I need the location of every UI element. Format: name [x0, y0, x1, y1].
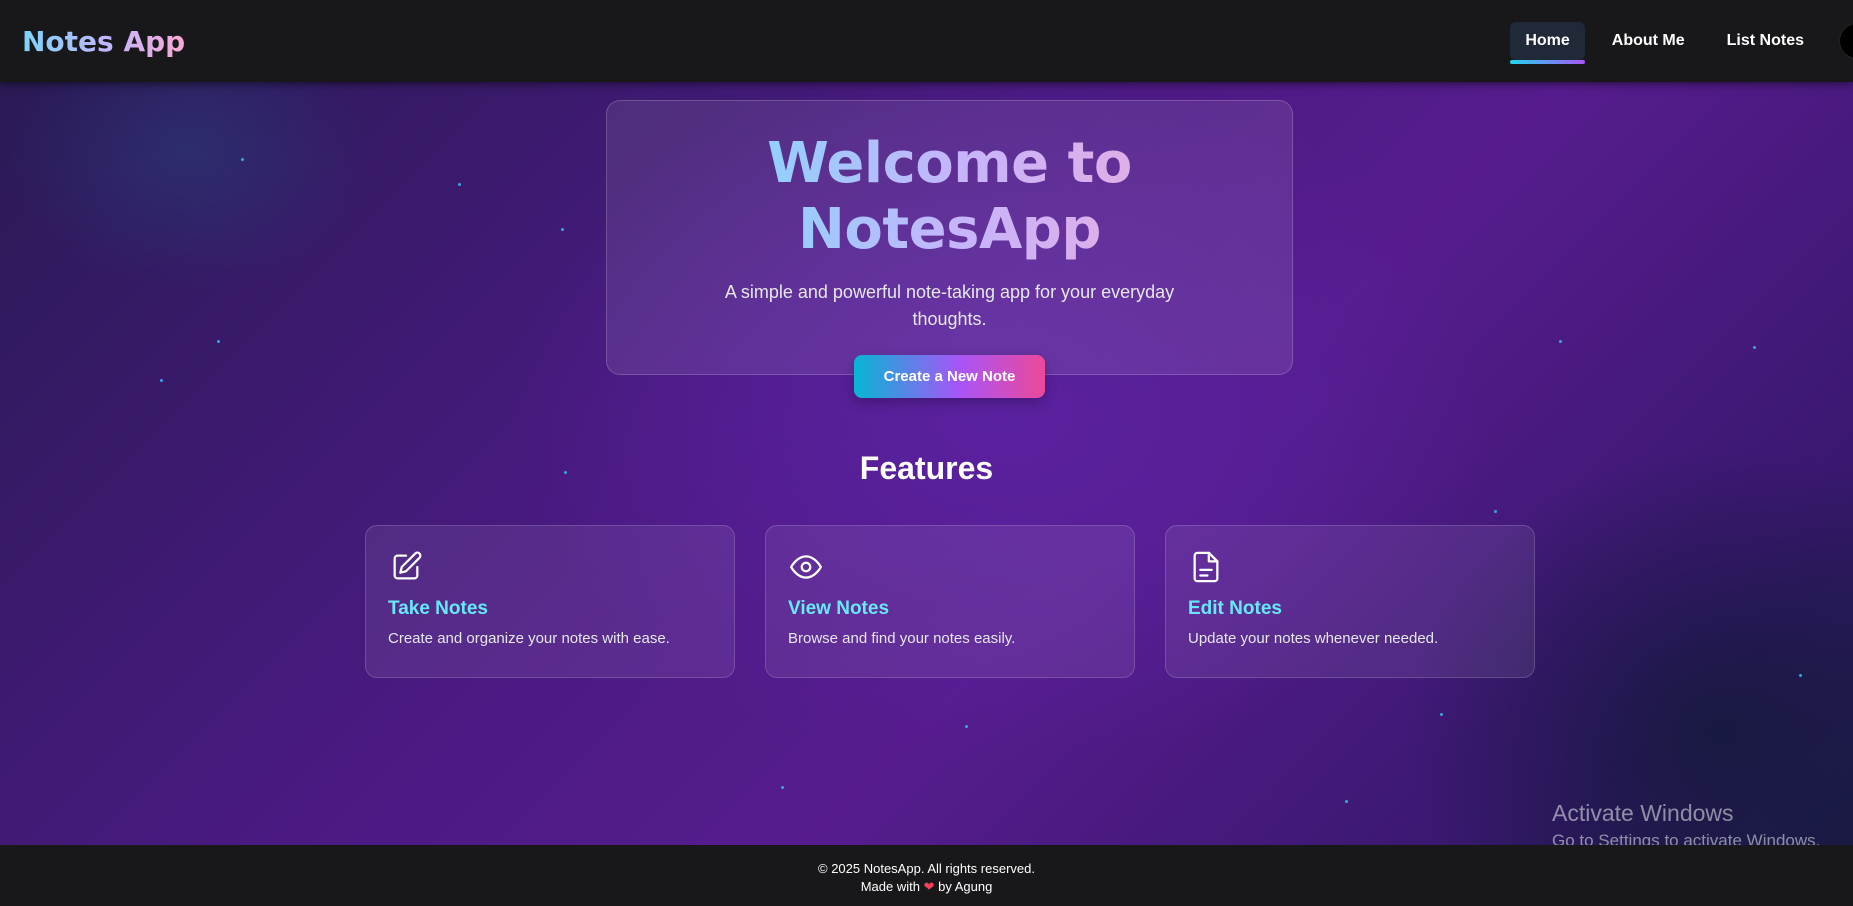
background-star	[1494, 510, 1497, 513]
hero-section: Welcome to NotesApp A simple and powerfu…	[0, 82, 1853, 845]
heart-icon: ❤	[923, 879, 935, 894]
nav-links: Home About Me List Notes	[1510, 22, 1819, 64]
brand-logo[interactable]: Notes App	[22, 25, 185, 58]
document-icon	[1193, 551, 1219, 583]
feature-card-edit-notes[interactable]: Edit Notes Update your notes whenever ne…	[1165, 525, 1535, 678]
background-star	[217, 340, 220, 343]
background-star	[160, 379, 163, 382]
footer-made-with: Made with	[860, 879, 920, 894]
feature-description: Update your notes whenever needed.	[1188, 630, 1439, 647]
background-star	[965, 725, 968, 728]
nav-link-home[interactable]: Home	[1510, 22, 1586, 64]
background-star	[561, 228, 564, 231]
nav-link-list-notes[interactable]: List Notes	[1712, 22, 1819, 60]
hero-title: Welcome to NotesApp	[607, 131, 1292, 263]
feature-card-take-notes[interactable]: Take Notes Create and organize your note…	[365, 525, 735, 678]
background-star	[458, 183, 461, 186]
footer-copyright: © 2025 NotesApp. All rights reserved.	[818, 861, 1035, 876]
navbar: Notes App Home About Me List Notes	[0, 0, 1853, 82]
avatar-button[interactable]	[1839, 23, 1853, 59]
activate-windows-watermark: Activate Windows Go to Settings to activ…	[1552, 800, 1820, 851]
background-star	[1559, 340, 1562, 343]
background-star	[1345, 800, 1348, 803]
background-star	[1799, 674, 1802, 677]
features-heading: Features	[859, 450, 994, 486]
hero-card: Welcome to NotesApp A simple and powerfu…	[606, 100, 1293, 398]
background-star	[241, 158, 244, 161]
feature-title: View Notes	[788, 598, 890, 619]
background-star	[1440, 713, 1443, 716]
footer: © 2025 NotesApp. All rights reserved. Ma…	[0, 845, 1853, 906]
background-star	[1753, 346, 1756, 349]
feature-description: Create and organize your notes with ease…	[388, 630, 670, 647]
hero-subtitle: A simple and powerful note-taking app fo…	[724, 282, 1175, 329]
watermark-title: Activate Windows	[1552, 800, 1734, 826]
feature-title: Take Notes	[388, 598, 488, 619]
footer-credit: Made with ❤ by Agung	[0, 878, 1853, 896]
feature-description: Browse and find your notes easily.	[788, 630, 1016, 647]
create-note-button[interactable]: Create a New Note	[853, 355, 1046, 398]
nav-link-about-me[interactable]: About Me	[1597, 22, 1700, 60]
eye-icon	[789, 555, 823, 579]
background-star	[781, 786, 784, 789]
footer-author: by Agung	[938, 879, 993, 894]
pencil-square-icon	[393, 551, 422, 580]
feature-card-view-notes[interactable]: View Notes Browse and find your notes ea…	[765, 525, 1135, 678]
feature-title: Edit Notes	[1188, 598, 1282, 619]
